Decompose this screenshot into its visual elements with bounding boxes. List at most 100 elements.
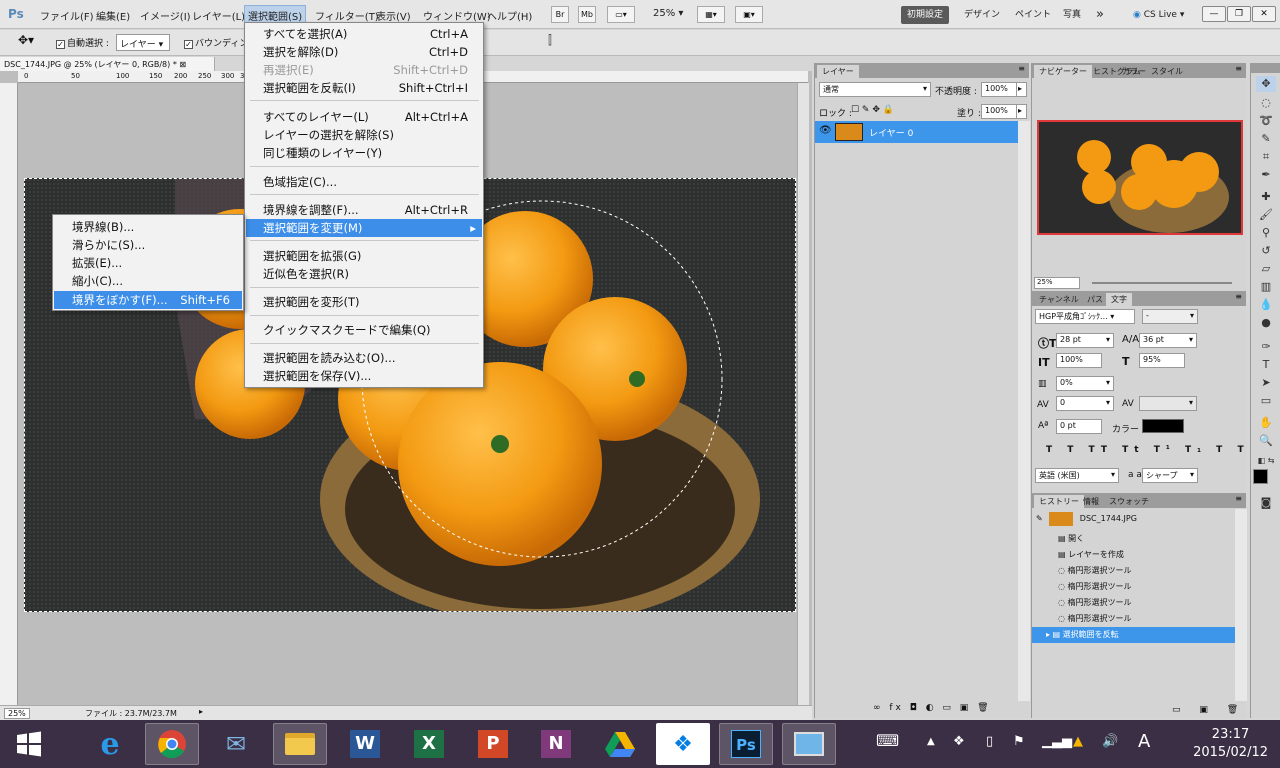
tab-navigator[interactable]: ナビゲーター <box>1034 65 1092 78</box>
layer-panel-buttons[interactable]: ∞ fx ◘ ◐ ▭ ▣ 🗑 <box>873 703 992 713</box>
move-tool-icon[interactable]: ✥ <box>1256 76 1276 92</box>
history-item[interactable]: ◌ 楕円形選択ツール <box>1032 579 1235 595</box>
ie-taskbar-button[interactable]: e <box>83 723 137 765</box>
status-arrow-icon[interactable]: ▸ <box>199 707 203 716</box>
marquee-tool-icon[interactable]: ◌ <box>1256 95 1276 111</box>
menu-item-color-range[interactable]: 色域指定(C)... <box>246 173 482 191</box>
submenu-item-contract[interactable]: 縮小(C)... <box>54 272 242 290</box>
quick-select-tool-icon[interactable]: ✎ <box>1256 131 1276 147</box>
tab-channels[interactable]: チャンネル <box>1034 293 1084 306</box>
history-item[interactable]: ▤ レイヤーを作成 <box>1032 547 1235 563</box>
history-brush-tool-icon[interactable]: ↺ <box>1256 243 1276 259</box>
healing-tool-icon[interactable]: ✚ <box>1256 189 1276 205</box>
network-icon[interactable]: ▁▃▅ <box>1042 734 1072 749</box>
menu-item-similar-layers[interactable]: 同じ種類のレイヤー(Y) <box>246 144 482 162</box>
menu-item-grow[interactable]: 選択範囲を拡張(G) <box>246 247 482 265</box>
google-drive-taskbar-button[interactable] <box>593 723 647 765</box>
close-button[interactable]: ✕ <box>1252 6 1276 22</box>
tracking-input[interactable]: 0 ▾ <box>1056 396 1114 411</box>
opacity-slider-arrow-icon[interactable]: ▸ <box>1016 82 1027 97</box>
blur-tool-icon[interactable]: 💧 <box>1256 297 1276 313</box>
mail-taskbar-button[interactable]: ✉ <box>209 723 263 765</box>
navigator-zoom-slider[interactable] <box>1092 282 1232 284</box>
type-tool-icon[interactable]: T <box>1256 357 1276 373</box>
history-item[interactable]: ◌ 楕円形選択ツール <box>1032 595 1235 611</box>
submenu-item-feather[interactable]: 境界をぼかす(F)... Shift+F6 <box>54 291 242 309</box>
history-item[interactable]: ▤ 開く <box>1032 531 1235 547</box>
arrange-documents-button[interactable]: ▦▾ <box>697 6 725 23</box>
menu-item-quick-mask[interactable]: クイックマスクモードで編集(Q) <box>246 321 482 339</box>
keyboard-icon[interactable]: ⌨ <box>876 731 899 750</box>
tsume-input[interactable]: 0% ▾ <box>1056 376 1114 391</box>
horizontal-scale-input[interactable]: 95% <box>1139 353 1185 368</box>
font-size-input[interactable]: 28 pt ▾ <box>1056 333 1114 348</box>
language-dropdown[interactable]: 英語 (米国) ▾ <box>1035 468 1119 483</box>
tab-layers[interactable]: レイヤー <box>817 65 859 78</box>
tab-info[interactable]: 情報 <box>1078 495 1104 508</box>
text-style-buttons[interactable]: T T TT Tt T¹ T₁ T T <box>1046 445 1250 455</box>
vertical-scale-input[interactable]: 100% <box>1056 353 1102 368</box>
history-panel-buttons[interactable]: ▭ ▣ 🗑 <box>1172 705 1246 715</box>
restore-button[interactable]: ❐ <box>1227 6 1251 22</box>
workspace-photo[interactable]: 写真 <box>1057 6 1087 24</box>
path-select-tool-icon[interactable]: ➤ <box>1256 375 1276 391</box>
text-color-swatch[interactable] <box>1142 419 1184 433</box>
more-workspaces-button[interactable]: » <box>1090 6 1110 24</box>
clock[interactable]: 23:17 2015/02/12 <box>1193 726 1268 762</box>
workspace-design[interactable]: デザイン <box>958 6 1006 24</box>
photoshop-taskbar-button[interactable]: Ps <box>719 723 773 765</box>
zoom-tool-icon[interactable]: 🔍 <box>1256 433 1276 449</box>
view-extras-button[interactable]: ▭▾ <box>607 6 635 23</box>
menu-item-refine-edge[interactable]: 境界線を調整(F)... Alt+Ctrl+R <box>246 201 482 219</box>
ime-indicator[interactable]: A <box>1138 731 1150 752</box>
menu-layer[interactable]: レイヤー(L) <box>192 8 245 23</box>
eye-icon[interactable]: 👁 <box>819 125 832 136</box>
drive-tray-icon[interactable]: ▲ <box>1073 734 1083 749</box>
menu-view[interactable]: 表示(V) <box>376 8 411 23</box>
onenote-taskbar-button[interactable]: N <box>529 723 583 765</box>
tab-style[interactable]: スタイル <box>1146 65 1188 78</box>
history-item[interactable]: ◌ 楕円形選択ツール <box>1032 611 1235 627</box>
auto-select-checkbox[interactable]: ✓ 自動選択 : <box>56 36 109 49</box>
menu-image[interactable]: イメージ(I) <box>140 8 191 23</box>
tab-paths[interactable]: パス <box>1082 293 1108 306</box>
navigator-preview[interactable] <box>1037 120 1243 235</box>
stamp-tool-icon[interactable]: ⚲ <box>1256 225 1276 241</box>
screen-mode-button[interactable]: ▣▾ <box>735 6 763 23</box>
powerpoint-taskbar-button[interactable]: P <box>466 723 520 765</box>
dropbox-taskbar-button[interactable]: ❖ <box>656 723 710 765</box>
quick-mask-icon[interactable]: ◙ <box>1256 495 1276 511</box>
history-snapshot[interactable]: ✎ DSC_1744.JPG <box>1032 509 1235 529</box>
panel-menu-icon[interactable]: ≡ <box>1018 64 1025 73</box>
menu-file[interactable]: ファイル(F) <box>40 8 94 23</box>
bridge-button[interactable]: Br <box>551 6 569 23</box>
menu-item-inverse[interactable]: 選択範囲を反転(I) Shift+Ctrl+I <box>246 79 482 97</box>
submenu-item-smooth[interactable]: 滑らかに(S)... <box>54 236 242 254</box>
layers-scrollbar[interactable] <box>1018 121 1030 701</box>
panel-menu-icon[interactable]: ≡ <box>1235 292 1242 301</box>
menu-item-load-selection[interactable]: 選択範囲を読み込む(O)... <box>246 349 482 367</box>
excel-taskbar-button[interactable]: X <box>402 723 456 765</box>
document-tab[interactable]: DSC_1744.JPG @ 25% (レイヤー 0, RGB/8) * ⊠ <box>0 57 215 71</box>
start-button[interactable] <box>2 723 56 765</box>
eyedropper-tool-icon[interactable]: ✒ <box>1256 167 1276 183</box>
menu-help[interactable]: ヘルプ(H) <box>487 8 532 23</box>
anti-alias-dropdown[interactable]: シャープ ▾ <box>1142 468 1198 483</box>
layer-name[interactable]: レイヤー 0 <box>869 126 913 139</box>
leading-input[interactable]: 36 pt ▾ <box>1139 333 1197 348</box>
flag-icon[interactable]: ⚑ <box>1013 734 1025 749</box>
menu-item-similar[interactable]: 近似色を選択(R) <box>246 265 482 283</box>
menu-filter[interactable]: フィルター(T) <box>315 8 379 23</box>
zoom-level[interactable]: 25% ▾ <box>653 8 683 19</box>
kerning-input[interactable]: ▾ <box>1139 396 1197 411</box>
brush-tool-icon[interactable]: 🖌 <box>1256 207 1276 223</box>
menu-item-modify[interactable]: 選択範囲を変更(M) ▸ <box>246 219 482 237</box>
fill-slider-arrow-icon[interactable]: ▸ <box>1016 104 1027 119</box>
layer-row[interactable]: 👁 レイヤー 0 <box>815 121 1018 143</box>
lock-icons[interactable]: ☐ ✎ ✥ 🔒 <box>851 105 894 115</box>
opacity-input[interactable]: 100% <box>981 82 1017 97</box>
cs-live-button[interactable]: ◉ CS Live ▾ <box>1127 6 1190 24</box>
history-item-selected[interactable]: ▸ ▤ 選択範囲を反転 <box>1032 627 1235 643</box>
align-icon[interactable]: ⫿ <box>548 33 552 48</box>
status-zoom[interactable]: 25% <box>4 708 30 719</box>
